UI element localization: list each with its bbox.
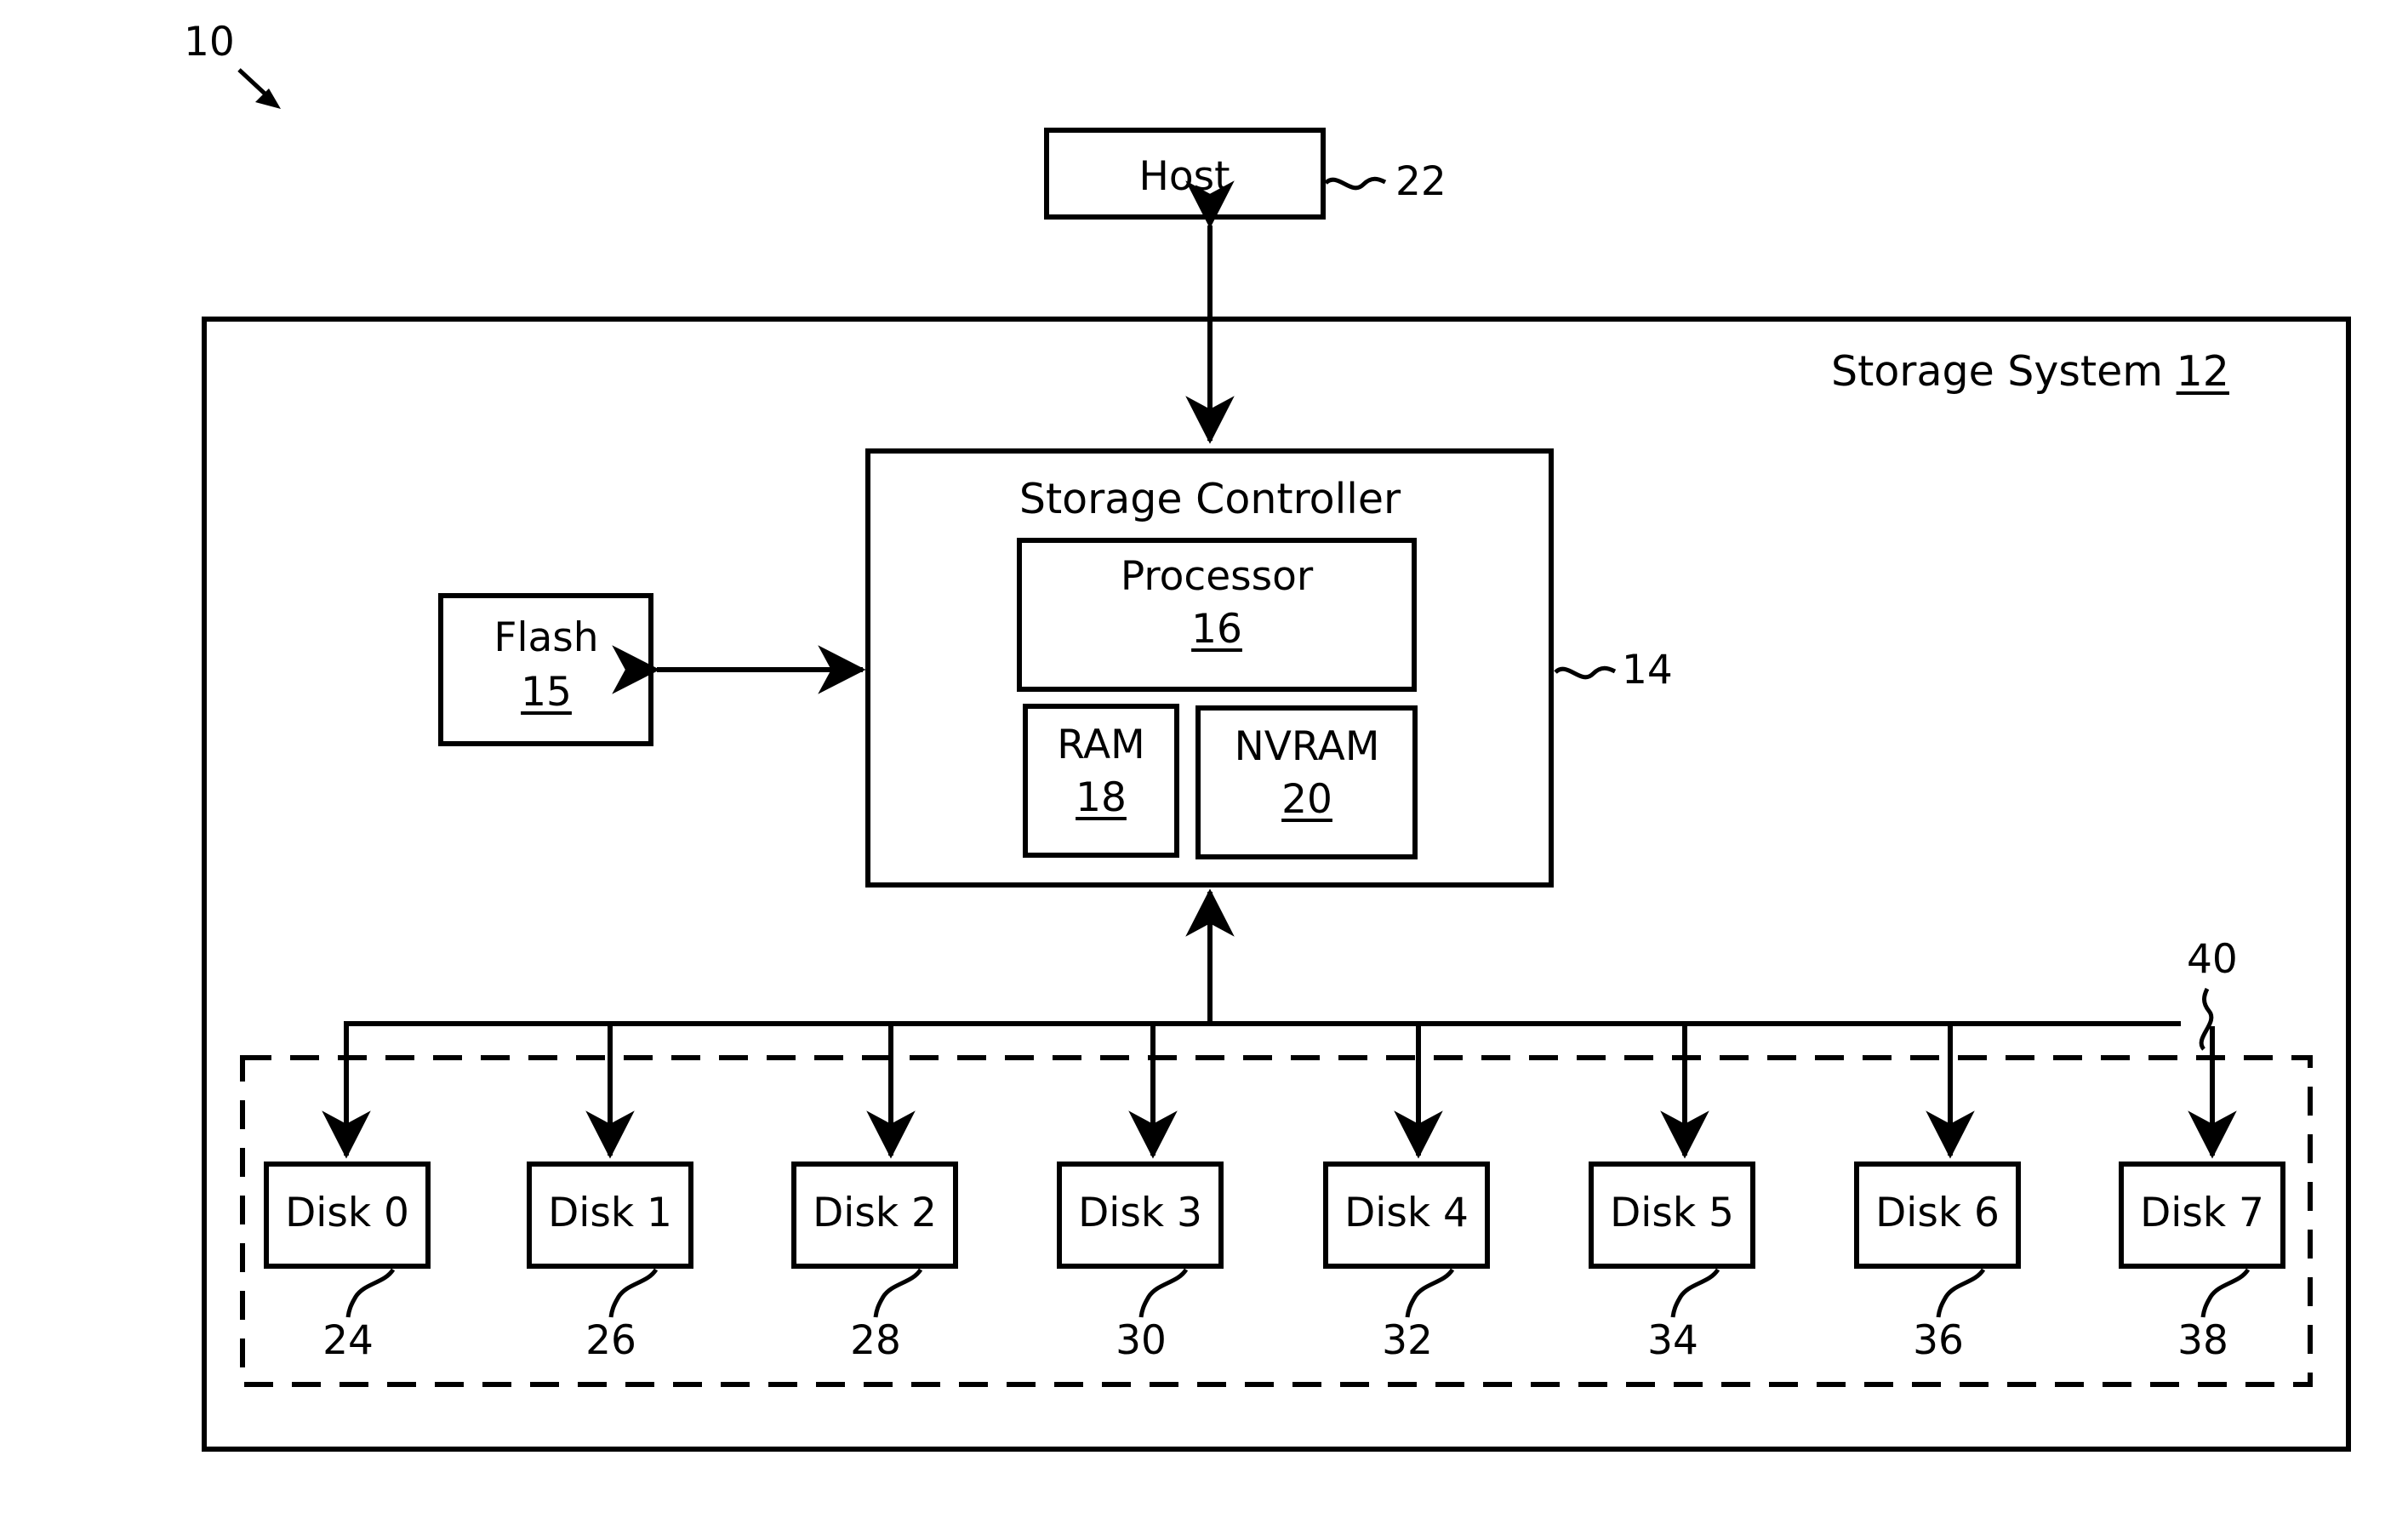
ram-ref-number: 18 (1076, 774, 1127, 821)
ram-label: RAM (1057, 722, 1145, 768)
flash-label: Flash (494, 614, 599, 661)
disk-label-4: Disk 4 (1344, 1190, 1469, 1236)
processor-ref-number: 16 (1191, 606, 1242, 653)
disk-ref-number-7: 38 (2177, 1317, 2228, 1364)
controller-ref-leader (1554, 665, 1617, 680)
processor-label: Processor (1120, 553, 1314, 600)
storage-system-ref: 12 (2176, 347, 2229, 396)
flash-ref-number: 15 (521, 669, 572, 716)
disk-ref-leaders (345, 1268, 2251, 1318)
storage-controller-label: Storage Controller (1019, 475, 1401, 523)
disk-drop-arrows (322, 1026, 2237, 1159)
disk-label-2: Disk 2 (813, 1190, 937, 1236)
host-ref-leader (1324, 176, 1387, 191)
nvram-ref-number: 20 (1281, 776, 1332, 823)
storage-system-title: Storage System 12 (1831, 347, 2229, 397)
nvram-label: NVRAM (1234, 723, 1380, 770)
disk-ref-number-0: 24 (322, 1317, 374, 1364)
disk-label-0: Disk 0 (285, 1190, 409, 1236)
storage-controller-ref-number: 14 (1622, 647, 1673, 694)
host-ref-number: 22 (1395, 158, 1447, 205)
disk-label-3: Disk 3 (1078, 1190, 1202, 1236)
disk-ref-number-6: 36 (1913, 1317, 1964, 1364)
figure-ref-leader (237, 68, 281, 109)
disk-ref-number-1: 26 (585, 1317, 636, 1364)
disk-label-1: Disk 1 (548, 1190, 672, 1236)
disk-label-5: Disk 5 (1610, 1190, 1734, 1236)
figure-ref-number: 10 (184, 19, 235, 66)
storage-system-title-text: Storage System (1831, 347, 2164, 396)
host-label: Host (1138, 153, 1230, 200)
disk-ref-number-2: 28 (850, 1317, 901, 1364)
patent-figure: 10 Storage System 12 Host 22 Storage Con… (0, 0, 2408, 1524)
disk-ref-number-3: 30 (1116, 1317, 1167, 1364)
disk-array-ref-number: 40 (2187, 936, 2238, 983)
disk-ref-number-4: 32 (1382, 1317, 1433, 1364)
disk-label-6: Disk 6 (1875, 1190, 2000, 1236)
figure-line-art (202, 68, 2351, 1452)
disk-label-7: Disk 7 (2140, 1190, 2264, 1236)
disk-ref-number-5: 34 (1647, 1317, 1698, 1364)
